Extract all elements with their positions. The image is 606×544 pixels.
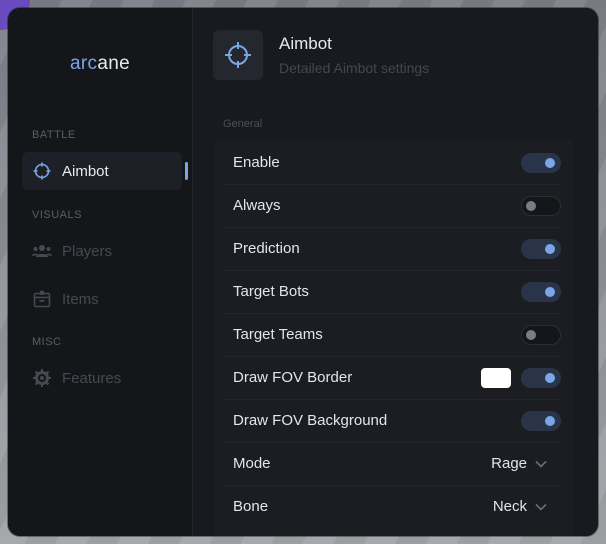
sidebar-section-misc: MISC [32, 336, 62, 348]
sidebar-item-label: Features [62, 369, 122, 387]
toggle-knob [545, 243, 555, 254]
setting-row-prediction: Prediction [223, 227, 561, 271]
select-value: Neck [492, 498, 527, 515]
toggle-knob [545, 372, 555, 383]
sidebar-item-players[interactable]: Players [22, 232, 182, 270]
setting-row-always: Always [223, 184, 561, 228]
box-icon [32, 289, 52, 309]
group-label: General [223, 118, 263, 130]
sidebar-item-items[interactable]: Items [22, 280, 182, 318]
setting-label: Draw FOV Background [233, 412, 388, 429]
toggle-knob [545, 286, 555, 297]
setting-row-target-teams: Target Teams [223, 313, 561, 357]
always-toggle[interactable] [521, 195, 561, 216]
mode-select[interactable]: Rage [491, 455, 547, 472]
prediction-toggle[interactable] [521, 238, 561, 259]
toggle-knob [526, 329, 536, 340]
setting-row-draw-fov-border: Draw FOV Border [223, 356, 561, 400]
logo-part-2: ane [97, 53, 130, 74]
chevron-down-icon [535, 498, 547, 515]
active-indicator [185, 162, 188, 180]
draw-fov-border-toggle[interactable] [521, 367, 561, 388]
sidebar-section-battle: BATTLE [32, 129, 76, 141]
content-panel: Aimbot Detailed Aimbot settings General … [192, 8, 598, 536]
settings-window: arcane BATTLE Aimbot VISUALS Players Ite… [8, 8, 598, 536]
setting-label: Target Bots [233, 283, 309, 300]
users-icon [32, 241, 52, 261]
setting-label: Bone [233, 498, 269, 515]
page-title: Aimbot [279, 34, 332, 53]
bone-select[interactable]: Neck [493, 498, 547, 515]
logo-part-1: arc [70, 53, 98, 74]
chevron-down-icon [535, 455, 547, 472]
sidebar-item-features[interactable]: Features [22, 359, 182, 397]
sidebar-item-label: Aimbot [62, 162, 109, 180]
sidebar: arcane BATTLE Aimbot VISUALS Players Ite… [8, 8, 192, 536]
setting-label: Prediction [233, 240, 300, 257]
sidebar-item-label: Items [62, 290, 99, 308]
sidebar-item-aimbot[interactable]: Aimbot [22, 152, 188, 190]
setting-label: Always [233, 197, 281, 214]
header-icon-box [213, 30, 263, 80]
sidebar-section-visuals: VISUALS [32, 209, 82, 221]
fov-border-color-swatch[interactable] [481, 367, 511, 388]
crosshair-icon [32, 161, 52, 181]
enable-toggle[interactable] [521, 152, 561, 173]
target-bots-toggle[interactable] [521, 281, 561, 302]
setting-row-bone: Bone Neck [223, 485, 561, 528]
page-subtitle: Detailed Aimbot settings [279, 60, 430, 76]
toggle-knob [545, 157, 555, 168]
setting-row-draw-fov-background: Draw FOV Background [223, 399, 561, 443]
toggle-knob [526, 200, 536, 211]
setting-label: Enable [233, 154, 280, 171]
crosshair-icon [225, 42, 251, 68]
draw-fov-background-toggle[interactable] [521, 410, 561, 431]
target-teams-toggle[interactable] [521, 324, 561, 345]
setting-label: Draw FOV Border [233, 369, 353, 386]
setting-row-target-bots: Target Bots [223, 270, 561, 314]
sidebar-item-label: Players [62, 242, 113, 260]
toggle-knob [545, 415, 555, 426]
select-value: Rage [491, 455, 527, 472]
setting-row-enable: Enable [223, 141, 561, 185]
setting-row-mode: Mode Rage [223, 442, 561, 486]
app-logo: arcane [8, 53, 192, 75]
setting-label: Mode [233, 455, 271, 472]
setting-label: Target Teams [233, 326, 323, 343]
gear-icon [32, 368, 52, 388]
